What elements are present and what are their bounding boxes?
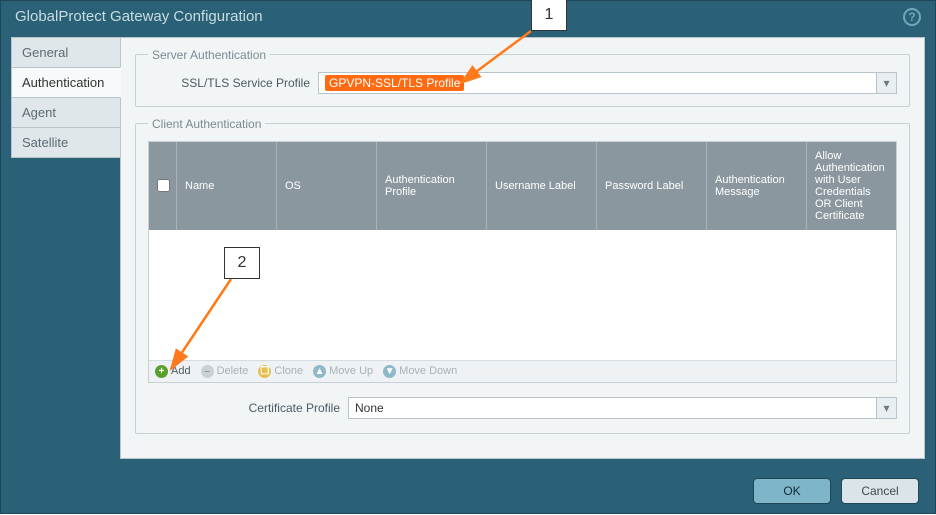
col-name: Name [177,142,277,230]
ssl-profile-label: SSL/TLS Service Profile [148,76,318,90]
col-auth-profile: Authentication Profile [377,142,487,230]
plus-icon: + [155,365,168,378]
grid-toolbar: +Add –Delete ❐Clone ▲Move Up ▼Move Down [149,360,896,382]
ssl-profile-select[interactable]: GPVPN-SSL/TLS Profile ▾ [318,72,897,94]
grid-body [149,230,896,360]
help-icon[interactable]: ? [903,8,921,26]
cancel-button[interactable]: Cancel [841,478,919,504]
add-button[interactable]: +Add [155,365,191,378]
dialog-footer: OK Cancel [1,469,935,513]
col-password-label: Password Label [597,142,707,230]
move-up-button[interactable]: ▲Move Up [313,365,373,378]
dialog-title: GlobalProtect Gateway Configuration [15,8,263,25]
delete-button[interactable]: –Delete [201,365,249,378]
clone-icon: ❐ [258,365,271,378]
chevron-down-icon: ▾ [876,73,896,93]
tab-authentication[interactable]: Authentication [11,67,121,98]
server-auth-legend: Server Authentication [148,48,270,62]
titlebar: GlobalProtect Gateway Configuration ? [1,1,935,33]
minus-icon: – [201,365,214,378]
chevron-down-icon: ▾ [876,398,896,418]
col-auth-message: Authentication Message [707,142,807,230]
client-auth-grid: Name OS Authentication Profile Username … [148,141,897,383]
col-os: OS [277,142,377,230]
side-tabs: General Authentication Agent Satellite [11,37,121,459]
move-down-button[interactable]: ▼Move Down [383,365,457,378]
arrow-down-icon: ▼ [383,365,396,378]
ssl-profile-value: GPVPN-SSL/TLS Profile [325,75,464,91]
callout-2: 2 [224,247,260,279]
callout-1: 1 [531,0,567,31]
dialog-window: GlobalProtect Gateway Configuration ? Ge… [0,0,936,514]
col-username-label: Username Label [487,142,597,230]
tab-agent[interactable]: Agent [11,97,121,128]
arrow-up-icon: ▲ [313,365,326,378]
col-allow: Allow Authentication with User Credentia… [807,142,896,230]
dialog-body: General Authentication Agent Satellite S… [1,33,935,469]
grid-header: Name OS Authentication Profile Username … [149,142,896,230]
client-auth-legend: Client Authentication [148,117,265,131]
select-all-checkbox[interactable] [157,179,170,192]
cert-profile-select[interactable]: None ▾ [348,397,897,419]
clone-button[interactable]: ❐Clone [258,365,303,378]
cert-profile-value: None [355,401,384,415]
ok-button[interactable]: OK [753,478,831,504]
server-auth-group: Server Authentication SSL/TLS Service Pr… [135,48,910,107]
tab-satellite[interactable]: Satellite [11,127,121,158]
cert-profile-label: Certificate Profile [148,401,348,415]
tab-general[interactable]: General [11,37,121,68]
